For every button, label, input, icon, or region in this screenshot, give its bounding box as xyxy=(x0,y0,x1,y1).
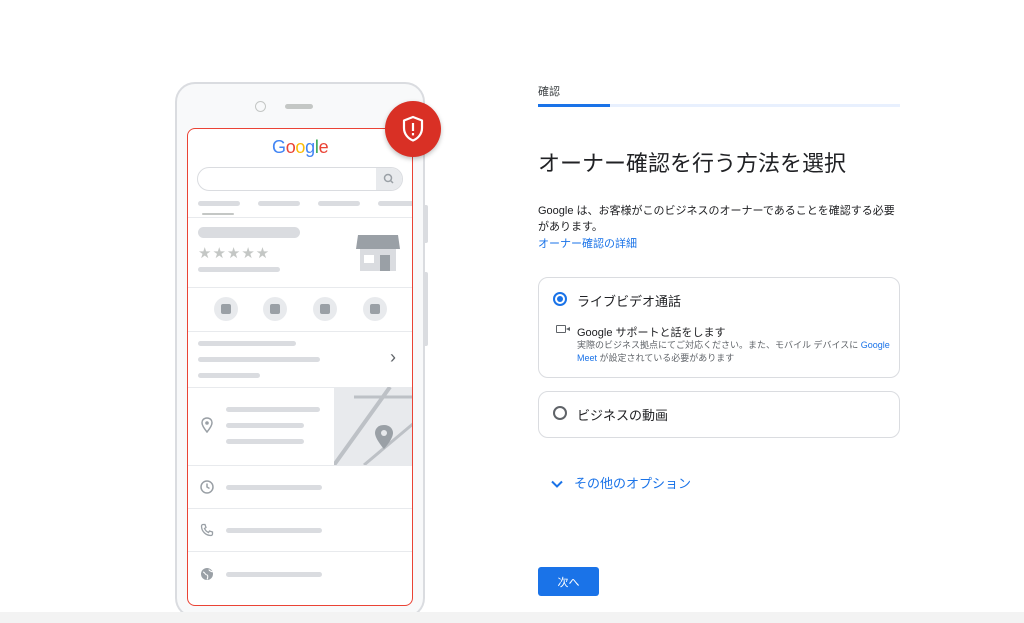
logo-letter: G xyxy=(272,137,286,157)
map-thumbnail xyxy=(332,385,412,467)
phone-speaker xyxy=(285,104,313,109)
page-footer-strip xyxy=(0,612,1024,623)
logo-letter: e xyxy=(318,137,329,157)
search-icon xyxy=(376,168,402,190)
next-button[interactable]: 次へ xyxy=(538,567,599,596)
logo-letter: g xyxy=(305,137,315,157)
rating-stars: ★★★★★ xyxy=(198,245,271,262)
placeholder-bar xyxy=(202,213,234,215)
web-globe-icon xyxy=(200,567,214,586)
directions-icon xyxy=(263,297,287,321)
option-note-text: が設定されている必要があります xyxy=(597,353,735,363)
placeholder-bar xyxy=(226,485,322,490)
placeholder-bar xyxy=(198,267,280,272)
option-note-text: 実際のビジネス拠点にてご対応ください。また、モバイル デバイスに xyxy=(577,340,861,350)
phone-side-button xyxy=(424,272,428,346)
placeholder-bar xyxy=(198,357,320,362)
location-pin-icon xyxy=(200,417,214,438)
google-logo: Google xyxy=(272,137,329,158)
divider xyxy=(188,217,412,218)
phone-side-button xyxy=(424,205,428,243)
radio-live-video-call[interactable] xyxy=(553,292,567,306)
phone-screen: Google ★★★★★ › xyxy=(187,128,413,606)
placeholder-bar xyxy=(378,201,412,206)
bookmark-icon xyxy=(313,297,337,321)
phone-call-icon xyxy=(200,523,214,542)
storefront-icon xyxy=(354,227,402,275)
logo-letter: o xyxy=(285,137,296,157)
placeholder-bar xyxy=(198,227,300,238)
option-subtitle: Google サポートと話をします xyxy=(577,327,726,339)
placeholder-bar xyxy=(318,201,360,206)
phone-icon xyxy=(214,297,238,321)
placeholder-bar xyxy=(198,341,296,346)
placeholder-bar xyxy=(226,572,322,577)
logo-letter: o xyxy=(295,137,306,157)
option-business-video[interactable]: ビジネスの動画 xyxy=(538,391,900,438)
option-label: ライブビデオ通話 xyxy=(577,294,682,309)
option-label: ビジネスの動画 xyxy=(577,408,669,423)
placeholder-bar xyxy=(226,528,322,533)
verification-details-link[interactable]: オーナー確認の詳細 xyxy=(538,235,637,251)
radio-business-video[interactable] xyxy=(553,406,567,420)
placeholder-bar xyxy=(198,201,240,206)
divider xyxy=(188,508,412,509)
video-camera-icon xyxy=(556,325,570,333)
more-options-toggle[interactable]: その他のオプション xyxy=(548,473,691,492)
shield-alert-icon xyxy=(385,101,441,157)
mock-search-bar xyxy=(197,167,403,191)
divider xyxy=(188,287,412,288)
divider xyxy=(188,331,412,332)
chevron-down-icon xyxy=(548,477,566,491)
chevron-right-icon: › xyxy=(390,347,396,367)
placeholder-bar xyxy=(226,407,320,412)
divider xyxy=(188,551,412,552)
page-title: オーナー確認を行う方法を選択 xyxy=(538,151,847,176)
globe-icon xyxy=(363,297,387,321)
step-label: 確認 xyxy=(538,86,560,98)
placeholder-bar xyxy=(226,439,304,444)
option-live-video-call[interactable]: ライブビデオ通話 Google サポートと話をします 実際のビジネス拠点にてご対… xyxy=(538,277,900,378)
progress-bar xyxy=(538,104,900,107)
description-text: Google は、お客様がこのビジネスのオーナーであることを確認する必要がありま… xyxy=(538,205,895,233)
placeholder-bar xyxy=(226,423,304,428)
more-options-label: その他のオプション xyxy=(574,476,692,491)
phone-camera xyxy=(255,101,266,112)
clock-icon xyxy=(200,480,214,499)
placeholder-bar xyxy=(198,373,260,378)
placeholder-bar xyxy=(258,201,300,206)
option-note: 実際のビジネス拠点にてご対応ください。また、モバイル デバイスに Google … xyxy=(577,339,895,365)
divider xyxy=(188,465,412,466)
progress-fill xyxy=(538,104,611,107)
